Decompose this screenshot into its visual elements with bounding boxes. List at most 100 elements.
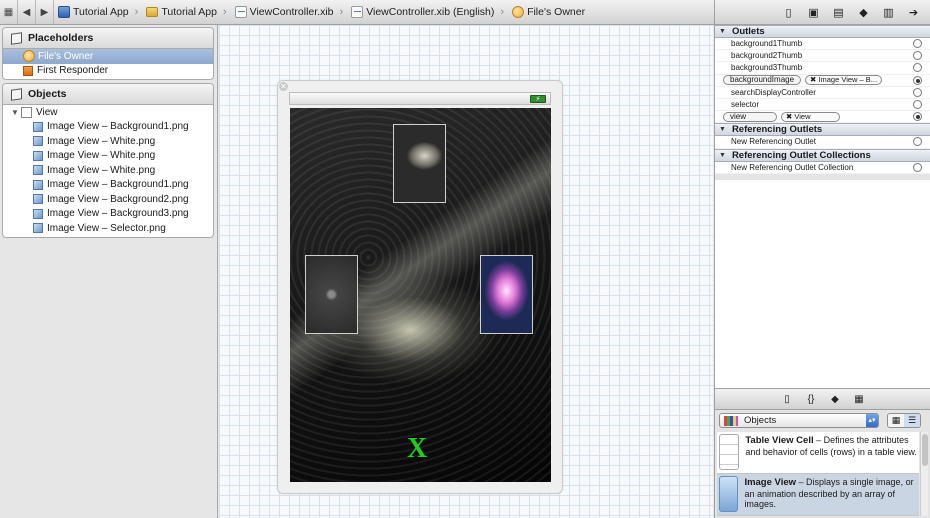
image-view-icon — [33, 136, 43, 147]
outline-item-files-owner[interactable]: File's Owner — [3, 49, 213, 64]
outlet-row[interactable]: background2Thumb — [715, 50, 930, 63]
outline-item-imageview[interactable]: Image View – White.png — [3, 149, 213, 164]
quick-help-icon[interactable]: ▣ — [801, 0, 826, 24]
image-view-icon — [33, 223, 43, 234]
file-template-library-icon[interactable]: ▯ — [780, 394, 794, 405]
battery-icon: ⚡ — [530, 95, 546, 103]
breadcrumb-xib-localized[interactable]: ViewController.xib (English) › — [347, 0, 508, 24]
outline-item-imageview[interactable]: Image View – Background2.png — [3, 192, 213, 207]
outlets-header[interactable]: ▼ Outlets — [715, 25, 930, 38]
outlet-row-connected[interactable]: view ✖ View — [715, 111, 930, 124]
connection-circle-icon[interactable] — [913, 112, 922, 122]
size-inspector-icon[interactable]: ▥ — [876, 0, 901, 24]
code-snippet-library-icon[interactable]: {} — [804, 394, 818, 405]
files-owner-icon — [23, 50, 35, 63]
xib-file-icon — [351, 6, 364, 18]
first-responder-icon — [23, 65, 33, 76]
library-item-table-view-cell[interactable]: Table View Cell – Defines the attributes… — [717, 432, 919, 474]
disclosure-triangle-icon[interactable]: ▼ — [11, 108, 21, 117]
back-arrow-icon[interactable]: ◀ — [18, 0, 36, 24]
outlet-row[interactable]: background3Thumb — [715, 62, 930, 75]
placeholders-section: Placeholders File's Owner First Responde… — [2, 27, 214, 80]
list-view-icon[interactable]: ☰ — [904, 414, 920, 427]
table-view-cell-icon — [719, 434, 740, 470]
view-frame[interactable]: ✕ ⚡ X — [277, 80, 563, 494]
connection-circle-icon[interactable] — [913, 137, 922, 147]
books-icon — [724, 415, 738, 426]
library-selector[interactable]: Objects ▴▾ — [719, 413, 879, 428]
connection-target[interactable]: ✖ View — [781, 111, 840, 122]
simulated-status-bar: ⚡ — [289, 92, 551, 105]
outlet-row[interactable]: selector — [715, 98, 930, 112]
connection-circle-icon[interactable] — [913, 162, 922, 172]
library-toolbar: ▯ {} ◆ ▦ — [715, 388, 930, 410]
background1-thumb[interactable] — [393, 124, 446, 203]
breadcrumb-group[interactable]: Tutorial App › — [142, 0, 230, 24]
grid-icon[interactable]: ▦ — [0, 0, 18, 24]
document-outline: Placeholders File's Owner First Responde… — [0, 25, 218, 518]
outline-item-view[interactable]: ▼ View — [3, 105, 213, 120]
breadcrumb-files-owner[interactable]: File's Owner — [508, 0, 589, 24]
view-icon — [21, 106, 32, 118]
library-view-toggle[interactable]: ▦ ☰ — [887, 413, 921, 428]
close-icon[interactable]: ✕ — [279, 82, 288, 91]
interface-builder-canvas[interactable]: ✕ ⚡ X — [219, 25, 713, 518]
outline-item-imageview[interactable]: Image View – Background3.png — [3, 207, 213, 222]
referencing-outlets-header[interactable]: ▼ Referencing Outlets — [715, 123, 930, 137]
connection-target[interactable]: ✖ Image View – B... — [805, 75, 883, 86]
breadcrumb-project[interactable]: Tutorial App › — [54, 0, 142, 24]
forward-arrow-icon[interactable]: ▶ — [36, 0, 54, 24]
object-library-icon[interactable]: ◆ — [828, 394, 842, 405]
inspector-toolbar: ▯ ▣ ▤ ◆ ▥ ➔ — [715, 0, 930, 25]
connection-circle-icon[interactable] — [913, 51, 922, 61]
background-image-view[interactable]: X — [290, 108, 551, 482]
identity-inspector-icon[interactable]: ▤ — [826, 0, 851, 24]
library-scrollbar[interactable] — [920, 432, 928, 516]
outlet-row[interactable]: background1Thumb — [715, 38, 930, 51]
outline-item-imageview[interactable]: Image View – Background1.png — [3, 178, 213, 193]
library-item-image-view[interactable]: Image View – Displays a single image, or… — [717, 474, 919, 516]
new-referencing-outlet-row[interactable]: New Referencing Outlet — [715, 136, 930, 149]
cube-icon — [11, 31, 22, 45]
image-view-icon — [33, 194, 43, 205]
outline-item-imageview[interactable]: Image View – White.png — [3, 134, 213, 149]
utilities-pane: ▯ ▣ ▤ ◆ ▥ ➔ ▼ Outlets background1Thumb ba… — [714, 0, 930, 518]
outline-item-first-responder[interactable]: First Responder — [3, 64, 213, 79]
image-view-icon — [33, 150, 43, 161]
attributes-inspector-icon[interactable]: ◆ — [851, 0, 876, 24]
connection-circle-icon[interactable] — [913, 87, 922, 97]
outlet-row[interactable]: searchDisplayController — [715, 86, 930, 99]
breadcrumb-xib[interactable]: ViewController.xib › — [231, 0, 348, 24]
referencing-outlet-collections-header[interactable]: ▼ Referencing Outlet Collections — [715, 148, 930, 162]
outlet-row-connected[interactable]: backgroundImage ✖ Image View – B... — [715, 74, 930, 87]
connections-inspector-icon[interactable]: ➔ — [901, 0, 926, 24]
background3-thumb[interactable] — [480, 255, 533, 334]
placeholders-header: Placeholders — [3, 28, 213, 49]
disclosure-triangle-icon: ▼ — [719, 28, 726, 35]
media-library-icon[interactable]: ▦ — [852, 394, 866, 405]
grid-view-icon[interactable]: ▦ — [888, 414, 904, 427]
objects-header: Objects — [3, 84, 213, 105]
outline-item-imageview[interactable]: Image View – Background1.png — [3, 120, 213, 135]
image-view-icon — [33, 179, 43, 190]
connection-circle-icon[interactable] — [913, 99, 922, 109]
disclosure-triangle-icon: ▼ — [719, 151, 726, 159]
selector-x-mark[interactable]: X — [407, 433, 427, 465]
xib-file-icon — [234, 6, 247, 18]
outline-item-imageview[interactable]: Image View – White.png — [3, 163, 213, 178]
image-view-icon — [33, 165, 43, 176]
image-view-icon — [719, 476, 739, 512]
connection-circle-icon[interactable] — [913, 75, 922, 85]
project-icon — [58, 6, 70, 18]
image-view-icon — [33, 121, 43, 132]
connection-circle-icon[interactable] — [913, 63, 922, 73]
outline-item-imageview[interactable]: Image View – Selector.png — [3, 221, 213, 236]
background2-thumb[interactable] — [305, 255, 358, 334]
new-referencing-outlet-collection-row[interactable]: New Referencing Outlet Collection — [715, 161, 930, 174]
files-owner-icon — [512, 6, 525, 18]
folder-icon — [146, 7, 159, 17]
file-inspector-icon[interactable]: ▯ — [776, 0, 801, 24]
disclosure-triangle-icon: ▼ — [719, 126, 726, 134]
connection-circle-icon[interactable] — [913, 39, 922, 48]
jump-bar: ▦ ◀ ▶ Tutorial App › Tutorial App › ViewCo… — [0, 0, 714, 25]
